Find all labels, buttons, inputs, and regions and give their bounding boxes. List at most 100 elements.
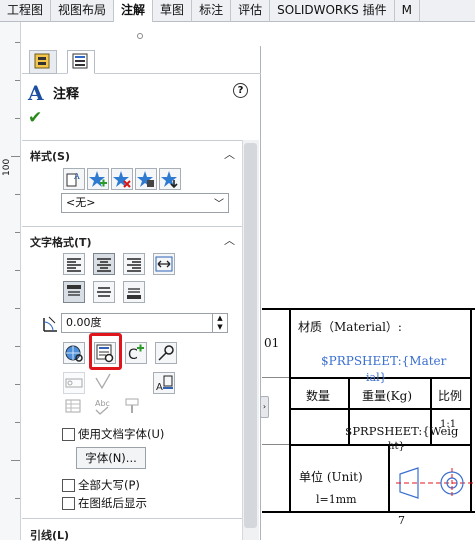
section-text-format-title[interactable]: 文字格式(T) — [30, 234, 92, 250]
quantity-label: 数量 — [306, 389, 331, 403]
tab-more[interactable]: M — [395, 0, 420, 22]
align-middle-icon — [97, 287, 111, 297]
align-top-button[interactable] — [63, 281, 85, 303]
material-label: 材质（Material）: — [298, 320, 402, 334]
tb-line — [262, 511, 475, 513]
tab-view-layout[interactable]: 视图布局 — [51, 0, 115, 22]
align-bottom-icon — [127, 288, 141, 299]
collapse-dot-icon[interactable] — [137, 33, 143, 39]
format-painter-button[interactable] — [123, 396, 145, 418]
property-manager-tab[interactable] — [67, 50, 95, 74]
angle-spinner[interactable]: ▲ ▼ — [213, 313, 228, 333]
scale-label: 比例 — [438, 389, 463, 403]
block-icon — [65, 399, 81, 413]
align-left-button[interactable] — [63, 253, 85, 275]
title-block-bottom-number: 7 — [398, 514, 405, 527]
feature-manager-tab[interactable] — [29, 50, 57, 74]
chevron-down-icon[interactable]: ﹀ — [214, 195, 224, 210]
property-manager-icon — [72, 53, 88, 69]
insert-geometric-tolerance-button[interactable] — [63, 372, 85, 394]
title-block-left-number: 01 — [264, 336, 280, 350]
use-document-font-checkbox[interactable] — [62, 428, 75, 441]
tb-line — [388, 444, 390, 511]
tb-line — [262, 377, 289, 378]
align-center-button[interactable] — [93, 253, 115, 275]
panel-tab-strip — [22, 46, 261, 74]
style-select[interactable]: <无> — [61, 193, 229, 213]
datum-icon: A — [156, 375, 173, 393]
align-right-icon — [127, 258, 141, 272]
weight-label: 重量(Kg) — [362, 389, 413, 403]
load-style-button[interactable] — [159, 168, 181, 190]
drawing-canvas[interactable] — [262, 22, 475, 540]
projection-symbol-icon — [396, 467, 474, 499]
insert-hyperlink-button[interactable] — [63, 342, 85, 364]
svg-text:Abc: Abc — [95, 399, 110, 408]
panel-splitter-handle[interactable]: › — [260, 396, 269, 418]
pin-icon — [158, 345, 174, 361]
fit-text-button[interactable] — [153, 253, 175, 275]
section-divider — [22, 226, 242, 227]
tb-line — [262, 308, 475, 310]
spell-check-button[interactable]: Abc — [93, 396, 115, 418]
insert-datum-button[interactable]: A — [153, 372, 175, 394]
chevron-up-icon[interactable]: ︿ — [224, 146, 235, 162]
align-bottom-button[interactable] — [123, 281, 145, 303]
note-title-icon: A — [28, 81, 44, 105]
apply-style-button[interactable]: A — [63, 168, 85, 190]
use-document-font-label: 使用文档字体(U) — [78, 427, 165, 441]
angle-input[interactable]: 0.00度 — [61, 313, 213, 333]
angle-icon — [40, 314, 60, 334]
star-load-icon — [161, 171, 178, 189]
lock-note-button[interactable] — [155, 342, 177, 364]
spell-check-icon: Abc — [95, 399, 110, 415]
align-left-icon — [67, 258, 81, 272]
checkmark-icon[interactable]: ✔ — [28, 108, 42, 128]
delete-style-button[interactable] — [111, 168, 133, 190]
vertical-ruler — [0, 22, 21, 540]
tab-sketch[interactable]: 草图 — [153, 0, 193, 22]
section-style-title[interactable]: 样式(S) — [30, 148, 70, 164]
add-style-button[interactable] — [87, 168, 109, 190]
gtol-icon — [65, 378, 83, 388]
material-property-line2: ial} — [366, 371, 387, 384]
tab-annotation[interactable]: 注解 — [114, 0, 154, 23]
tab-drawing[interactable]: 工程图 — [0, 0, 52, 22]
align-top-icon — [67, 285, 81, 296]
tab-evaluate[interactable]: 评估 — [231, 0, 271, 22]
tb-line — [289, 444, 472, 446]
font-button[interactable]: 字体(N)... — [76, 447, 146, 469]
panel-title: 注释 — [53, 87, 80, 102]
chevron-up-icon[interactable]: ︿ — [224, 232, 235, 248]
tab-markup[interactable]: 标注 — [192, 0, 232, 22]
unit-label: 单位 (Unit) — [299, 470, 363, 484]
show-behind-sheet-label: 在图纸后显示 — [78, 496, 147, 510]
insert-surface-finish-button[interactable] — [93, 372, 115, 394]
tab-solidworks-addins[interactable]: SOLIDWORKS 插件 — [270, 0, 395, 22]
align-right-button[interactable] — [123, 253, 145, 275]
help-icon[interactable]: ? — [233, 83, 248, 98]
surface-finish-icon — [95, 373, 111, 390]
fit-width-icon — [155, 256, 173, 272]
style-apply-icon: A — [66, 172, 80, 187]
all-caps-label: 全部大写(P) — [78, 478, 140, 492]
align-middle-button[interactable] — [93, 281, 115, 303]
svg-text:C: C — [128, 347, 138, 363]
svg-text:A: A — [156, 382, 163, 393]
format-painter-icon — [125, 398, 139, 413]
scrollbar-thumb[interactable] — [244, 143, 257, 528]
tb-line — [289, 308, 291, 513]
add-symbol-button[interactable]: C — [125, 342, 147, 364]
show-behind-sheet-checkbox[interactable] — [62, 497, 75, 510]
svg-text:A: A — [73, 172, 80, 181]
unit-value: l=1mm — [316, 493, 357, 506]
all-caps-checkbox[interactable] — [62, 479, 75, 492]
save-style-button[interactable] — [135, 168, 157, 190]
insert-block-button[interactable] — [63, 396, 85, 418]
section-leader-title[interactable]: 引线(L) — [30, 527, 69, 543]
feature-tree-icon — [34, 53, 50, 69]
ruler-label: 100 — [2, 158, 12, 176]
star-add-icon — [89, 171, 107, 187]
section-divider — [22, 518, 242, 519]
globe-link-icon — [65, 345, 83, 362]
